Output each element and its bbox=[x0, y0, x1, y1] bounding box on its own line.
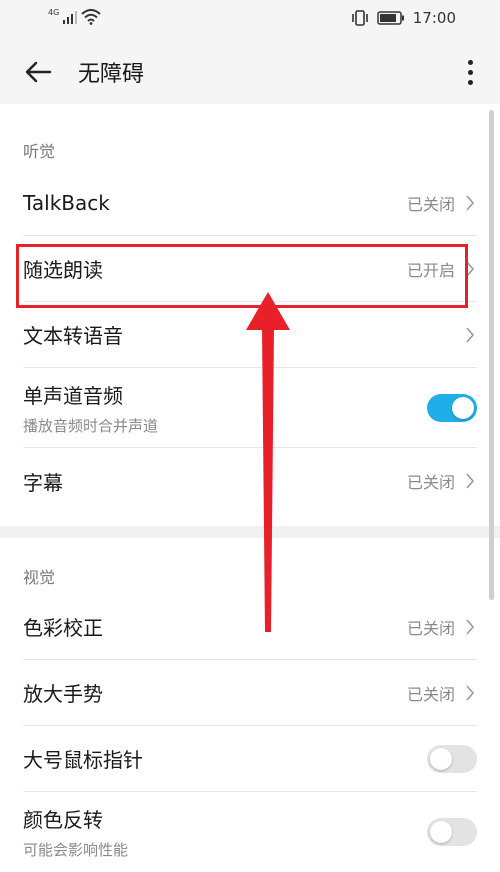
setting-status: 已关闭 bbox=[406, 684, 455, 704]
status-left: 4G bbox=[48, 7, 101, 25]
setting-row-large-pointer[interactable]: 大号鼠标指针 bbox=[23, 726, 477, 792]
chevron-right-icon bbox=[463, 194, 477, 212]
signal-icon bbox=[63, 11, 78, 24]
color-inversion-toggle[interactable] bbox=[427, 818, 477, 846]
toggle-knob bbox=[452, 396, 474, 419]
section-divider bbox=[0, 526, 500, 538]
setting-status: 已开启 bbox=[406, 260, 455, 280]
mono-audio-toggle[interactable] bbox=[427, 393, 477, 422]
setting-subtitle: 播放音频时合并声道 bbox=[23, 416, 159, 435]
toggle-knob bbox=[430, 747, 452, 770]
chevron-right-icon bbox=[463, 326, 477, 344]
large-pointer-toggle[interactable] bbox=[427, 744, 477, 773]
setting-subtitle: 可能会影响性能 bbox=[23, 841, 129, 859]
arrow-left-icon bbox=[25, 61, 52, 83]
section-header-hearing: 听觉 bbox=[23, 142, 56, 161]
chevron-right-icon bbox=[463, 684, 477, 702]
wifi-icon bbox=[81, 9, 101, 25]
setting-label: 放大手势 bbox=[23, 682, 103, 706]
section-header-vision: 视觉 bbox=[23, 568, 56, 587]
setting-label: 随选朗读 bbox=[23, 258, 103, 282]
chevron-right-icon bbox=[463, 472, 477, 490]
setting-row-select-to-speak[interactable]: 随选朗读 已开启 bbox=[23, 236, 477, 302]
settings-list: 听觉 TalkBack 已关闭 随选朗读 已开启 文本转语音 单声道音频 播放音… bbox=[0, 104, 500, 866]
more-dot-icon bbox=[467, 69, 473, 75]
setting-row-text-to-speech[interactable]: 文本转语音 bbox=[23, 302, 477, 368]
setting-label: 文本转语音 bbox=[23, 324, 123, 348]
more-dot-icon bbox=[467, 79, 473, 85]
setting-label: 单声道音频 bbox=[23, 383, 123, 408]
setting-label: TalkBack bbox=[23, 190, 110, 215]
setting-row-magnification-gestures[interactable]: 放大手势 已关闭 bbox=[23, 660, 477, 726]
toggle-knob bbox=[430, 821, 452, 843]
setting-label: 色彩校正 bbox=[23, 616, 103, 640]
back-button[interactable] bbox=[20, 54, 56, 90]
setting-row-captions[interactable]: 字幕 已关闭 bbox=[23, 448, 477, 514]
page-title: 无障碍 bbox=[78, 62, 145, 87]
scrollbar[interactable] bbox=[489, 110, 494, 600]
status-right: 17:00 bbox=[351, 9, 456, 27]
setting-row-mono-audio[interactable]: 单声道音频 播放音频时合并声道 bbox=[23, 368, 477, 448]
setting-label: 颜色反转 bbox=[23, 808, 103, 832]
setting-status: 已关闭 bbox=[406, 473, 455, 492]
setting-row-color-inversion[interactable]: 颜色反转 可能会影响性能 bbox=[23, 792, 477, 872]
network-type-label: 4G bbox=[48, 7, 60, 17]
chevron-right-icon bbox=[463, 618, 477, 636]
app-bar: 无障碍 bbox=[0, 38, 500, 104]
clock: 17:00 bbox=[412, 9, 456, 27]
setting-row-color-correction[interactable]: 色彩校正 已关闭 bbox=[23, 594, 477, 660]
setting-label: 大号鼠标指针 bbox=[23, 748, 143, 772]
setting-status: 已关闭 bbox=[406, 618, 455, 638]
setting-row-talkback[interactable]: TalkBack 已关闭 bbox=[23, 170, 477, 236]
battery-icon bbox=[377, 11, 404, 25]
more-options-button[interactable] bbox=[458, 54, 482, 90]
setting-status: 已关闭 bbox=[406, 194, 455, 214]
status-bar: 4G 17:00 bbox=[0, 0, 500, 38]
setting-label: 字幕 bbox=[23, 470, 63, 495]
vibrate-icon bbox=[351, 10, 368, 26]
chevron-right-icon bbox=[463, 260, 477, 278]
more-dot-icon bbox=[467, 59, 473, 65]
